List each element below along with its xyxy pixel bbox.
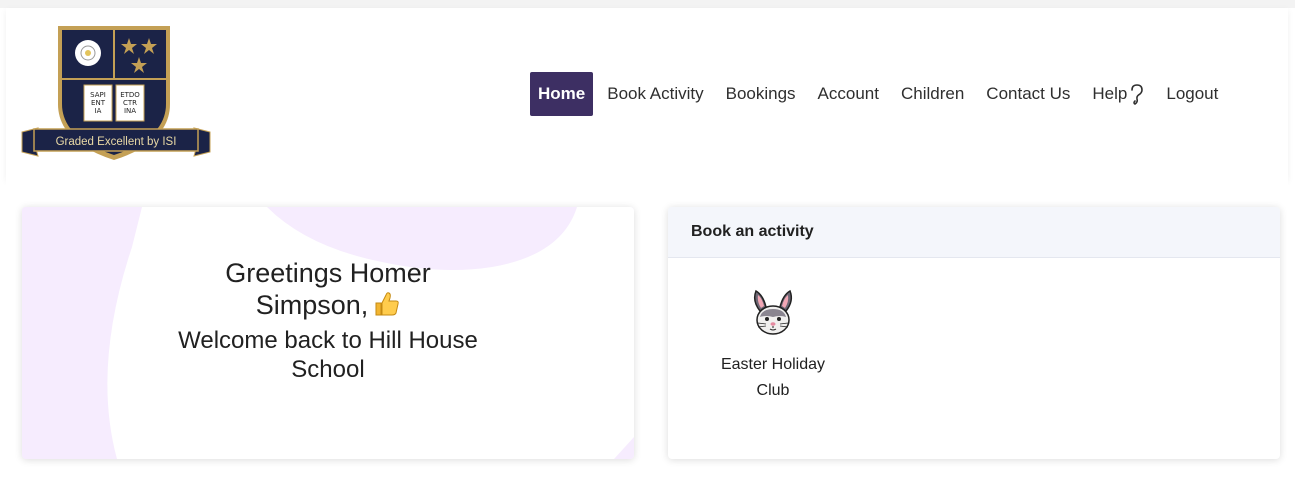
nav-home[interactable]: Home <box>530 72 594 116</box>
question-mark-icon <box>1131 83 1144 105</box>
nav-help[interactable]: Help <box>1081 72 1155 116</box>
welcome-line-2: School <box>291 356 365 383</box>
book-activity-card: Book an activity Easter Holiday Club <box>668 207 1280 459</box>
nav-account[interactable]: Account <box>807 72 890 116</box>
greeting-heading-line-1: Greetings Homer <box>225 258 431 288</box>
nav-children[interactable]: Children <box>890 72 975 116</box>
greeting-card: Greetings Homer Simpson, Welcome back to… <box>22 207 634 459</box>
welcome-line-1: Welcome back to Hill House <box>178 327 478 354</box>
site-header: SAPI ENT IA ETDO CTR INA Graded Excellen… <box>6 8 1288 180</box>
book-text-left-1: SAPI <box>90 91 106 99</box>
book-text-left-2: ENT <box>91 99 106 107</box>
book-text-right-3: INA <box>124 107 136 115</box>
rabbit-face-icon <box>753 289 793 335</box>
activity-easter-holiday-club[interactable]: Easter Holiday Club <box>708 287 838 404</box>
nav-logout[interactable]: Logout <box>1155 72 1229 116</box>
book-text-right-1: ETDO <box>120 91 140 99</box>
nav-bookings[interactable]: Bookings <box>715 72 807 116</box>
activity-label: Easter Holiday Club <box>708 352 838 404</box>
activity-label-line-1: Easter Holiday <box>720 356 826 373</box>
school-crest-logo[interactable]: SAPI ENT IA ETDO CTR INA Graded Excellen… <box>20 24 212 164</box>
book-text-right-2: CTR <box>123 99 137 107</box>
thumbs-up-icon <box>375 292 400 316</box>
greeting-text: Greetings Homer Simpson, Welcome back to… <box>22 257 634 384</box>
greeting-heading-line-2: Simpson, <box>22 289 634 321</box>
main-nav: Home Book Activity Bookings Account Chil… <box>530 72 1229 116</box>
nav-help-label: Help <box>1092 84 1128 103</box>
book-card-title: Book an activity <box>668 207 1280 258</box>
activity-label-line-2: Club <box>756 382 790 399</box>
nav-book-activity[interactable]: Book Activity <box>596 72 714 116</box>
nav-contact-us[interactable]: Contact Us <box>975 72 1081 116</box>
logo-ribbon-text: Graded Excellent by ISI <box>56 136 177 148</box>
book-text-left-3: IA <box>95 107 102 115</box>
window-top-edge <box>0 0 1295 8</box>
greeting-name: Simpson, <box>255 290 369 320</box>
